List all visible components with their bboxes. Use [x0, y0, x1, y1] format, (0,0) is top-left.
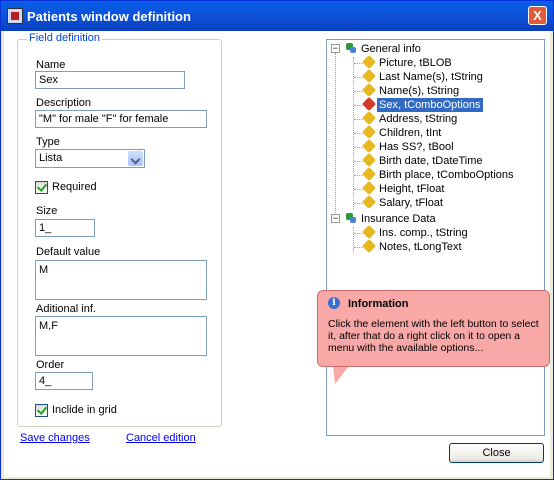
tree-connector — [354, 175, 362, 176]
tree-group-label: General info — [361, 43, 421, 55]
tree-item-label: Picture, tBLOB — [379, 57, 452, 69]
tree-group-insurance-data[interactable]: − Insurance Data — [331, 212, 531, 226]
window-title: Patients window definition — [27, 9, 191, 24]
field-icon — [363, 226, 375, 238]
balloon-text: Click the element with the left button t… — [328, 318, 539, 354]
default-value-textarea[interactable]: M — [35, 260, 207, 300]
app-icon — [7, 8, 23, 24]
info-icon: i — [328, 297, 340, 309]
field-icon — [363, 126, 375, 138]
collapse-icon[interactable]: − — [331, 214, 340, 223]
title-bar[interactable]: Patients window definition X — [1, 1, 553, 31]
field-icon-selected — [363, 98, 375, 110]
tree-group-general-info[interactable]: − General info — [331, 42, 531, 56]
additional-info-label: Aditional inf. — [36, 303, 96, 315]
group-icon — [345, 212, 357, 224]
balloon-title: Information — [348, 298, 409, 310]
tree-item[interactable]: Address, tString — [351, 112, 531, 126]
field-icon — [363, 56, 375, 68]
field-icon — [363, 70, 375, 82]
tree-connector — [354, 203, 362, 204]
chevron-down-icon[interactable] — [128, 151, 143, 166]
field-icon — [363, 182, 375, 194]
tree-item[interactable]: Name(s), tString — [351, 84, 531, 98]
field-icon — [363, 240, 375, 252]
name-input[interactable] — [35, 71, 185, 89]
tree-item-label: Sex, tComboOptions — [377, 98, 483, 112]
field-icon — [363, 154, 375, 166]
description-label: Description — [36, 97, 92, 109]
field-icon — [363, 196, 375, 208]
default-value-label: Default value — [36, 246, 101, 258]
tree-connector — [354, 233, 362, 234]
tree-item[interactable]: Salary, tFloat — [351, 196, 531, 210]
tree-connector — [354, 189, 362, 190]
information-balloon: i Information Click the element with the… — [317, 290, 550, 367]
tree-connector — [354, 119, 362, 120]
tree-item[interactable]: Has SS?, tBool — [351, 140, 531, 154]
tree-item-label: Notes, tLongText — [379, 241, 462, 253]
tree-item[interactable]: Last Name(s), tString — [351, 70, 531, 84]
tree-item[interactable]: Ins. comp., tString — [351, 226, 531, 240]
tree-item-label: Birth date, tDateTime — [379, 155, 483, 167]
include-in-grid-checkbox[interactable] — [35, 404, 48, 417]
tree-connector — [354, 161, 362, 162]
tree-item-label: Last Name(s), tString — [379, 71, 483, 83]
tree-item-label: Salary, tFloat — [379, 197, 443, 209]
window-content: Field definition Name Description Type L… — [4, 31, 550, 477]
order-label: Order — [36, 359, 65, 371]
tree-item-label: Ins. comp., tString — [379, 227, 468, 239]
order-input[interactable] — [35, 372, 93, 390]
tree-item-label: Height, tFloat — [379, 183, 445, 195]
field-definition-legend: Field definition — [27, 32, 102, 44]
window-close-button[interactable]: X — [528, 6, 547, 25]
tree-item[interactable]: Children, tInt — [351, 126, 531, 140]
patients-window: Patients window definition X Field defin… — [0, 0, 554, 480]
tree-item-label: Name(s), tString — [379, 85, 460, 97]
field-icon — [363, 84, 375, 96]
tree-item[interactable]: Picture, tBLOB — [351, 56, 531, 70]
type-select[interactable]: Lista — [35, 149, 145, 168]
cancel-edition-link[interactable]: Cancel edition — [126, 432, 196, 444]
tree-connector — [354, 77, 362, 78]
tree-connector — [354, 91, 362, 92]
tree-connector — [354, 133, 362, 134]
type-select-value: Lista — [39, 152, 63, 164]
additional-info-textarea[interactable]: M,F — [35, 316, 207, 356]
tree-connector — [354, 247, 362, 248]
type-label: Type — [36, 136, 60, 148]
tree-item[interactable]: Birth place, tComboOptions — [351, 168, 531, 182]
collapse-icon[interactable]: − — [331, 44, 340, 53]
save-changes-link[interactable]: Save changes — [20, 432, 90, 444]
tree-item-label: Has SS?, tBool — [379, 141, 454, 153]
close-button[interactable]: Close — [449, 443, 544, 463]
balloon-tail — [333, 366, 349, 384]
field-icon — [363, 168, 375, 180]
size-input[interactable] — [35, 219, 95, 237]
include-in-grid-label: Inclide in grid — [52, 404, 117, 416]
tree-item[interactable]: Notes, tLongText — [351, 240, 531, 254]
tree-item[interactable]: Height, tFloat — [351, 182, 531, 196]
tree-item[interactable]: Birth date, tDateTime — [351, 154, 531, 168]
required-checkbox[interactable] — [35, 181, 48, 194]
name-label: Name — [36, 59, 66, 71]
field-icon — [363, 112, 375, 124]
tree-connector — [354, 105, 362, 106]
tree-connector — [354, 147, 362, 148]
description-input[interactable] — [35, 110, 207, 128]
tree-group-label: Insurance Data — [361, 213, 436, 225]
tree-item-label: Address, tString — [379, 113, 458, 125]
tree-item-selected[interactable]: Sex, tComboOptions — [351, 98, 531, 112]
fields-tree[interactable]: − General info Picture, tBLOB Last Name(… — [326, 39, 545, 436]
field-definition-group: Field definition Name Description Type L… — [17, 32, 222, 427]
size-label: Size — [36, 205, 58, 217]
tree-item-label: Children, tInt — [379, 127, 442, 139]
tree-connector — [354, 63, 362, 64]
required-label: Required — [52, 181, 97, 193]
tree-connector — [335, 53, 336, 217]
tree-item-label: Birth place, tComboOptions — [379, 169, 514, 181]
group-icon — [345, 42, 357, 54]
field-icon — [363, 140, 375, 152]
